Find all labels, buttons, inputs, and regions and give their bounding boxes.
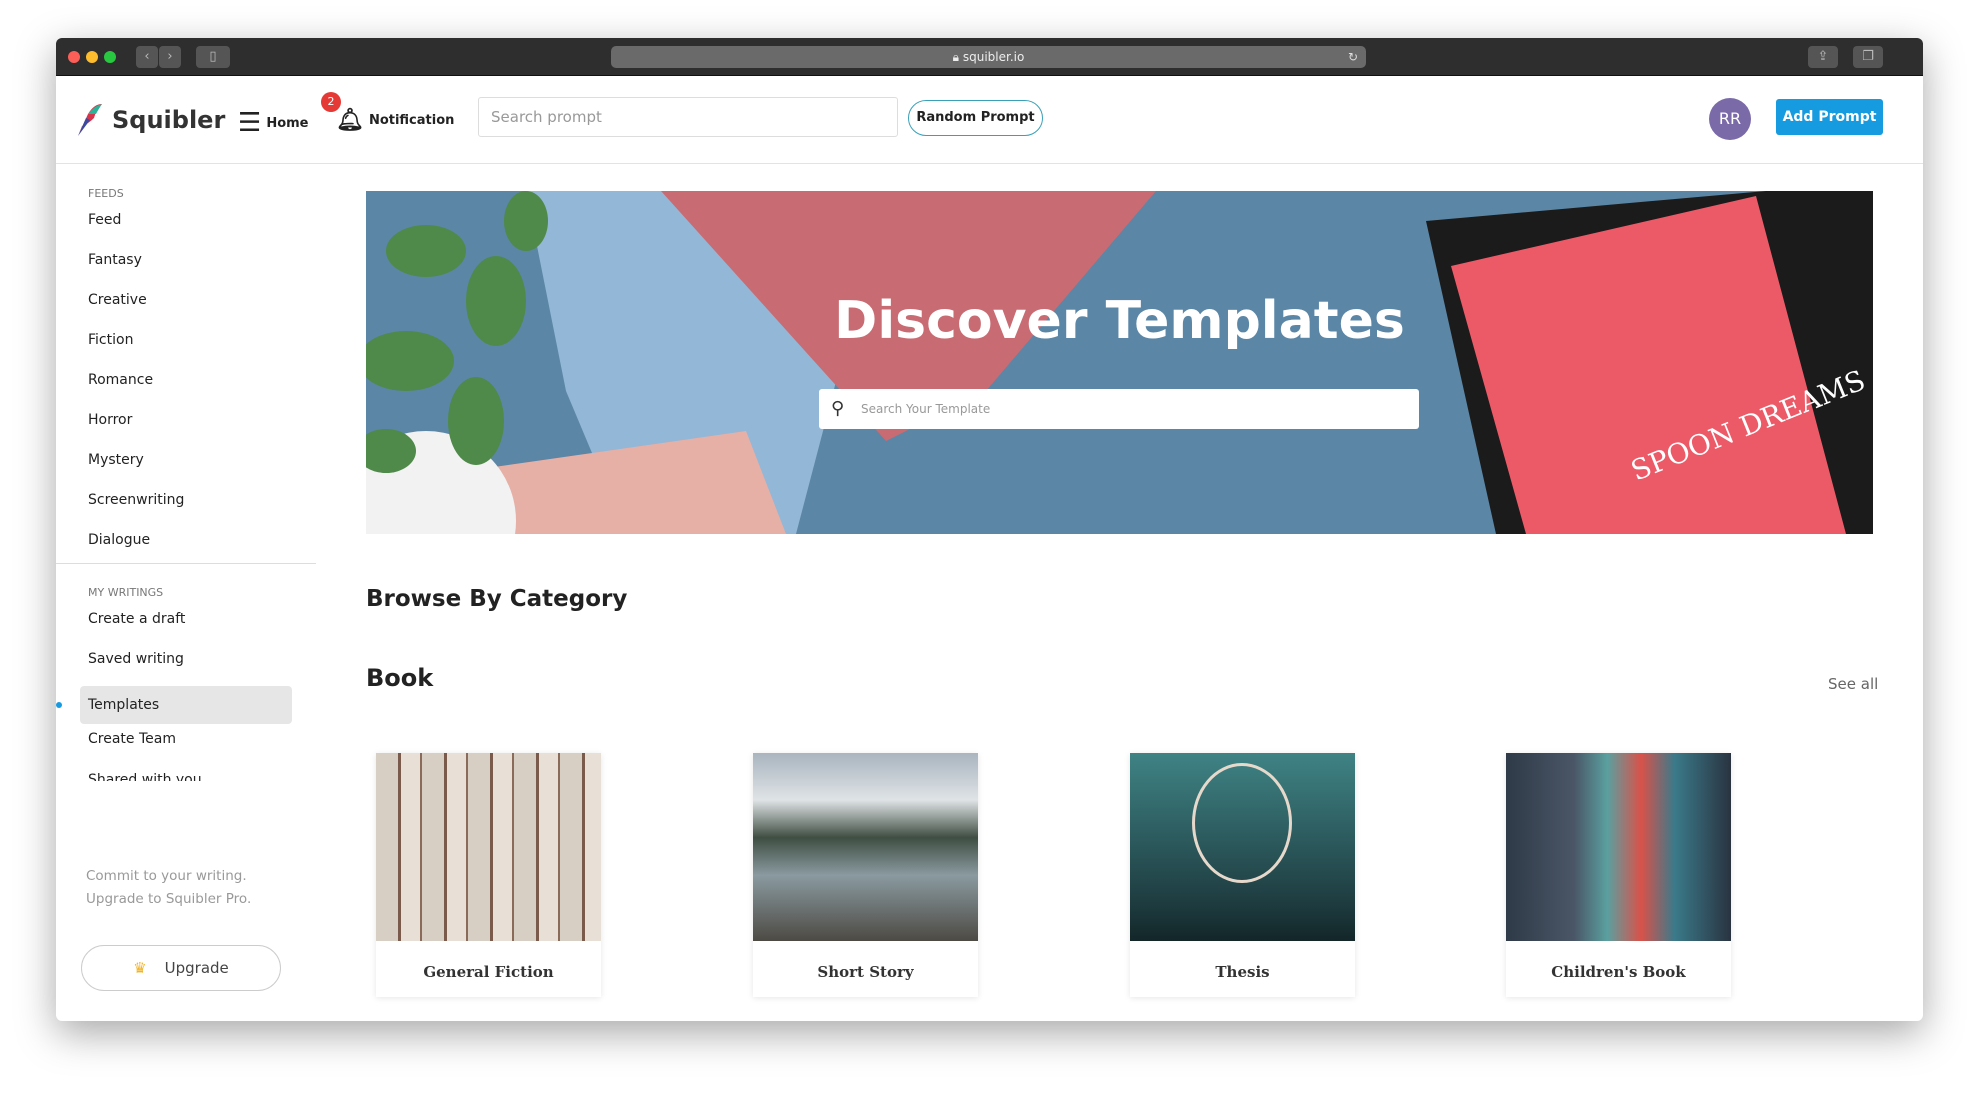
lock-icon: 🔒︎: [952, 50, 963, 64]
brain-icon: [1192, 763, 1292, 883]
card-label: Children's Book: [1551, 963, 1686, 981]
sidebar-item-create-draft[interactable]: Create a draft: [80, 600, 292, 638]
upgrade-label: Upgrade: [164, 959, 229, 977]
home-label: Home: [266, 115, 309, 131]
notification-label: Notification: [368, 113, 455, 128]
sidebar-item-romance[interactable]: Romance: [80, 361, 292, 399]
card-image: [1130, 753, 1355, 941]
sidebar-item-shared-with-you[interactable]: Shared with you: [80, 765, 292, 781]
quill-icon: [78, 104, 102, 136]
sidebar-item-templates[interactable]: Templates: [80, 686, 292, 724]
sidebar-item-saved-writing[interactable]: Saved writing: [80, 640, 292, 678]
sidebar-item-feed[interactable]: Feed: [80, 201, 292, 239]
bell-icon: 🔔︎: [336, 108, 364, 133]
card-image: [1506, 753, 1731, 941]
sidebar-item-dialogue[interactable]: Dialogue: [80, 521, 292, 559]
banner-image: SPOON DREAMS: [366, 191, 1873, 534]
browse-heading: Browse By Category: [366, 586, 628, 612]
template-card-short-story[interactable]: Short Story: [753, 753, 978, 997]
brand-name: Squibler: [112, 106, 226, 134]
see-all-link[interactable]: See all: [1828, 675, 1878, 693]
active-indicator: [56, 702, 62, 708]
sidebar-item-screenwriting[interactable]: Screenwriting: [80, 481, 292, 519]
search-icon: ⚲: [831, 398, 845, 419]
sidebar-item-creative[interactable]: Creative: [80, 281, 292, 319]
sidebar-item-fantasy[interactable]: Fantasy: [80, 241, 292, 279]
template-card-thesis[interactable]: Thesis: [1130, 753, 1355, 997]
forward-icon[interactable]: ›: [159, 46, 181, 68]
search-prompt-input[interactable]: Search prompt: [478, 97, 898, 137]
feeds-heading: FEEDS: [88, 187, 124, 200]
upgrade-button[interactable]: ♛ Upgrade: [81, 945, 281, 991]
template-card-childrens-book[interactable]: Children's Book: [1506, 753, 1731, 997]
sidebar-item-horror[interactable]: Horror: [80, 401, 292, 439]
promo-line-1: Commit to your writing.: [86, 868, 247, 884]
address-bar[interactable]: 🔒︎ squibler.io ↻: [611, 46, 1366, 68]
brand-logo[interactable]: Squibler: [74, 102, 225, 138]
add-prompt-button[interactable]: Add Prompt: [1776, 99, 1883, 135]
card-label: Thesis: [1215, 963, 1270, 981]
app-header: Squibler ☰ Home 🔔︎ Notification 2 Search p…: [56, 76, 1923, 164]
upgrade-promo: Commit to your writing. Upgrade to Squibl…: [86, 865, 251, 911]
card-image: [753, 753, 978, 941]
sidebar-item-mystery[interactable]: Mystery: [80, 441, 292, 479]
share-icon[interactable]: ⇪: [1808, 46, 1838, 68]
my-writings-heading: MY WRITINGS: [88, 586, 164, 599]
card-label: General Fiction: [423, 963, 554, 981]
url-text: squibler.io: [962, 50, 1025, 64]
minimize-window-button[interactable]: [86, 51, 98, 63]
template-search-placeholder: Search Your Template: [861, 402, 991, 416]
tabs-icon[interactable]: ❐: [1853, 46, 1883, 68]
nav-home[interactable]: ☰ Home: [238, 108, 309, 138]
notification-badge: 2: [321, 92, 341, 112]
sidebar-divider: [56, 563, 316, 564]
crown-icon: ♛: [133, 959, 147, 977]
sidebar-item-create-team[interactable]: Create Team: [80, 720, 292, 758]
close-window-button[interactable]: [68, 51, 80, 63]
browser-window: ‹ › ▯ 🔒︎ squibler.io ↻ ⇪ ❐ Squibler ☰ Home…: [56, 38, 1923, 1021]
random-prompt-button[interactable]: Random Prompt: [908, 100, 1043, 136]
section-title-book: Book: [366, 664, 434, 692]
hero-banner: SPOON DREAMS Discover Templates ⚲ Search …: [366, 191, 1873, 534]
maximize-window-button[interactable]: [104, 51, 116, 63]
back-icon[interactable]: ‹: [136, 46, 158, 68]
home-icon: ☰: [238, 108, 262, 138]
template-card-general-fiction[interactable]: General Fiction: [376, 753, 601, 997]
browser-titlebar: ‹ › ▯ 🔒︎ squibler.io ↻ ⇪ ❐: [56, 38, 1923, 76]
avatar[interactable]: RR: [1709, 98, 1751, 140]
sidebar-item-fiction[interactable]: Fiction: [80, 321, 292, 359]
reload-icon[interactable]: ↻: [1348, 46, 1358, 68]
nav-notification[interactable]: 🔔︎ Notification: [336, 108, 454, 133]
promo-line-2: Upgrade to Squibler Pro.: [86, 891, 252, 907]
banner-title: Discover Templates: [834, 291, 1405, 351]
sidebar-toggle-icon[interactable]: ▯: [196, 46, 230, 68]
card-label: Short Story: [817, 963, 914, 981]
card-image: [376, 753, 601, 941]
sidebar: FEEDS Feed Fantasy Creative Fiction Roma…: [56, 165, 316, 1021]
template-search-input[interactable]: ⚲ Search Your Template: [819, 389, 1419, 429]
